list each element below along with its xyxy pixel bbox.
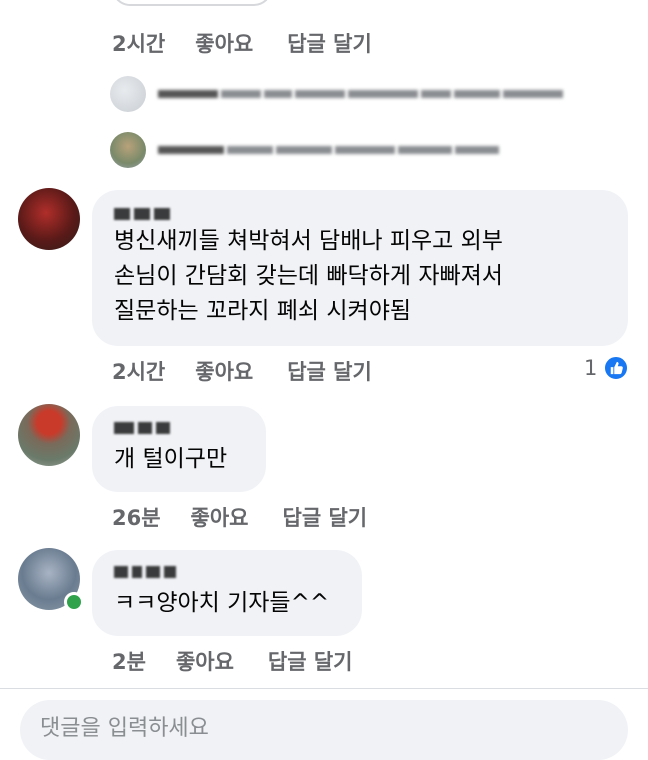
like-button[interactable]: 좋아요 — [195, 28, 253, 58]
comment-time: 2시간 — [112, 360, 166, 384]
comment-actions: 2시간 좋아요 답글 달기 — [112, 28, 372, 58]
like-button[interactable]: 좋아요 — [191, 502, 249, 532]
comment-text: 개 털이구만 — [114, 446, 228, 472]
author-name[interactable] — [114, 204, 606, 224]
author-name[interactable] — [114, 562, 340, 582]
reply-button[interactable]: 답글 달기 — [287, 28, 372, 58]
comment-text: ㅋㅋ양아치 기자들^^ — [114, 590, 330, 616]
author-name[interactable] — [114, 418, 244, 438]
comment-actions: 2시간 좋아요 답글 달기 — [112, 356, 372, 386]
like-count-number: 1 — [584, 356, 598, 380]
previous-comment-bubble — [112, 0, 272, 6]
reply-button[interactable]: 답글 달기 — [283, 502, 368, 532]
comment-bubble: 병신새끼들 쳐박혀서 담배나 피우고 외부 손님이 간담회 갖는데 빠닥하게 자… — [92, 190, 628, 346]
avatar — [110, 132, 146, 168]
reply-preview[interactable] — [110, 132, 550, 168]
reply-button[interactable]: 답글 달기 — [268, 646, 353, 676]
comment-text-line: 손님이 간담회 갖는데 빠닥하게 자빠져서 — [114, 263, 503, 289]
comment-text-line: 병신새끼들 쳐박혀서 담배나 피우고 외부 — [114, 228, 503, 254]
comment-actions: 26분 좋아요 답글 달기 — [112, 502, 367, 532]
reaction-count[interactable]: 1 — [584, 355, 630, 381]
reply-preview[interactable] — [110, 76, 563, 112]
like-button[interactable]: 좋아요 — [195, 356, 253, 386]
reply-preview-text — [158, 90, 563, 98]
comment-input[interactable]: 댓글을 입력하세요 — [20, 700, 628, 760]
comment-text: 병신새끼들 쳐박혀서 담배나 피우고 외부 손님이 간담회 갖는데 빠닥하게 자… — [114, 224, 606, 329]
comment-time: 26분 — [112, 506, 161, 530]
comment-time: 2분 — [112, 650, 146, 674]
reply-preview-text — [158, 146, 499, 154]
comment-input-placeholder: 댓글을 입력하세요 — [40, 716, 209, 741]
avatar[interactable] — [18, 188, 80, 250]
comment-actions: 2분 좋아요 답글 달기 — [112, 646, 353, 676]
avatar — [110, 76, 146, 112]
comment-text-line: 질문하는 꼬라지 폐쇠 시켜야됨 — [114, 298, 412, 324]
comment-time: 2시간 — [112, 32, 166, 56]
online-status-indicator — [64, 592, 84, 612]
avatar[interactable] — [18, 404, 80, 466]
comment-bubble: ㅋㅋ양아치 기자들^^ — [92, 550, 362, 636]
reply-button[interactable]: 답글 달기 — [287, 356, 372, 386]
comment-bubble: 개 털이구만 — [92, 406, 266, 492]
thumbs-up-icon — [603, 355, 630, 381]
like-button[interactable]: 좋아요 — [176, 646, 234, 676]
divider — [0, 688, 648, 689]
